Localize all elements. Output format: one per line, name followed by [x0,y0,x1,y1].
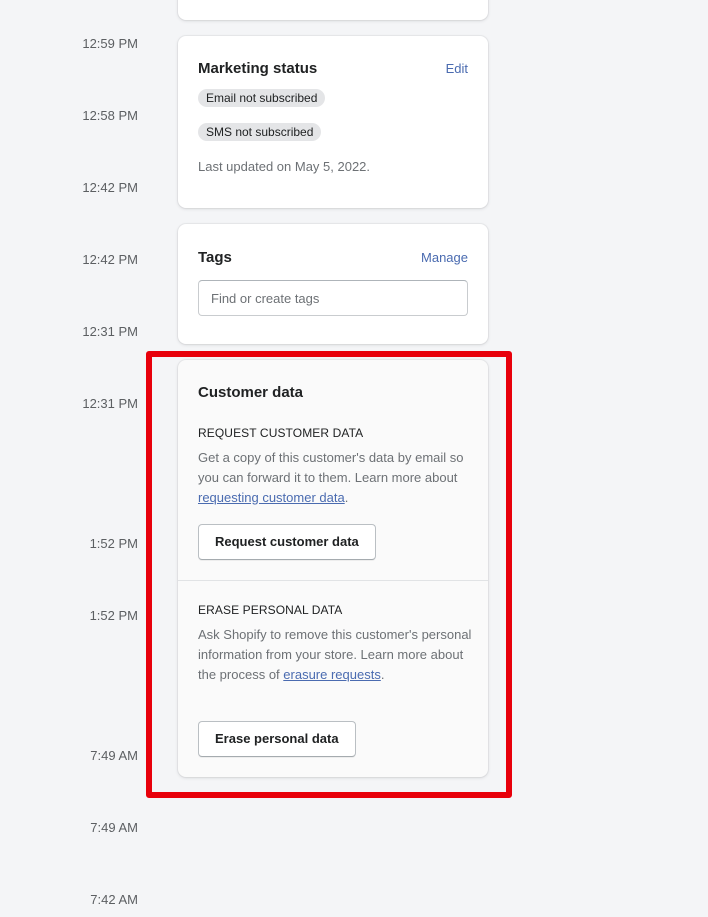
request-data-description: Get a copy of this customer's data by em… [198,448,470,508]
customer-data-title: Customer data [198,384,304,401]
badge-row: SMS not subscribed [198,123,468,141]
timeline-time: 7:49 AM [90,820,138,835]
erasure-requests-link[interactable]: erasure requests [283,667,381,682]
timeline-time: 7:42 AM [90,892,138,907]
marketing-status-header: Marketing status Edit [198,60,468,77]
tags-input-wrapper [198,280,468,316]
timeline-time: 12:58 PM [82,108,138,123]
request-desc-end: . [344,490,349,505]
timeline-time: 12:31 PM [82,396,138,411]
request-data-heading: REQUEST CUSTOMER DATA [198,426,364,440]
timeline-time: 7:49 AM [90,748,138,763]
erase-data-heading: ERASE PERSONAL DATA [198,603,343,617]
section-divider [178,580,488,581]
sms-status-badge: SMS not subscribed [198,123,322,141]
marketing-status-title: Marketing status [198,60,318,77]
previous-card [178,0,488,20]
last-updated-text: Last updated on May 5, 2022. [198,159,371,174]
tags-header: Tags Manage [198,249,468,266]
tags-title: Tags [198,249,232,266]
tags-search-input[interactable] [198,280,468,316]
timeline-time: 12:31 PM [82,324,138,339]
timeline-time: 1:52 PM [89,608,138,623]
erase-personal-data-button[interactable]: Erase personal data [198,721,356,757]
edit-marketing-button[interactable]: Edit [446,61,468,76]
request-desc-text: Get a copy of this customer's data by em… [198,450,464,485]
marketing-status-card: Marketing status Edit Email not subscrib… [178,36,488,208]
erase-desc-end: . [380,667,385,682]
customer-detail-page: 12:59 PM 12:58 PM 12:42 PM 12:42 PM 12:3… [0,0,708,917]
email-status-badge: Email not subscribed [198,89,326,107]
manage-tags-button[interactable]: Manage [421,250,468,265]
timeline-time: 12:42 PM [82,252,138,267]
requesting-customer-data-link[interactable]: requesting customer data [198,490,345,505]
erase-data-description: Ask Shopify to remove this customer's pe… [198,625,472,685]
timeline-time: 12:59 PM [82,36,138,51]
timeline-time: 1:52 PM [89,536,138,551]
badge-row: Email not subscribed [198,89,468,107]
tags-card: Tags Manage [178,224,488,344]
request-customer-data-button[interactable]: Request customer data [198,524,376,560]
timeline-time: 12:42 PM [82,180,138,195]
customer-data-card: Customer data REQUEST CUSTOMER DATA Get … [178,360,488,777]
